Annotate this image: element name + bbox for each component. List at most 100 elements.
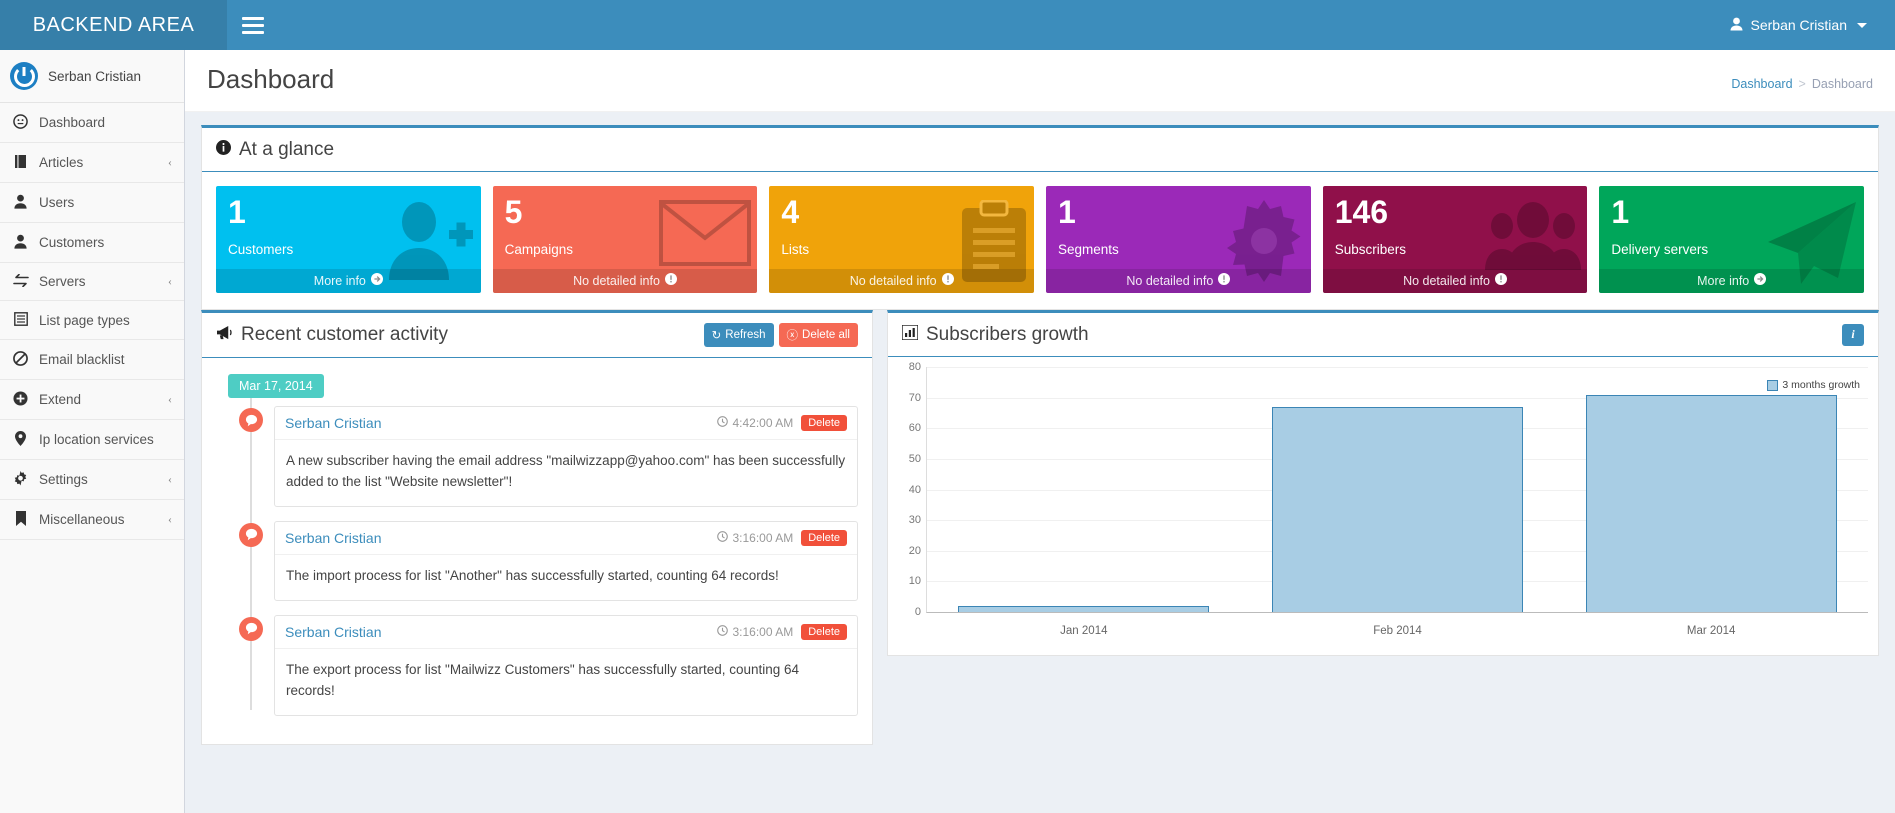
breadcrumb-root[interactable]: Dashboard [1731, 77, 1792, 91]
chart-plot-area: 3 months growth 0 10 20 30 40 50 60 70 80 Jan 201… [909, 361, 1868, 637]
growth-title: Subscribers growth [926, 323, 1089, 345]
sidebar-item-label: Users [39, 195, 75, 210]
stat-card-label: Customers [228, 241, 294, 257]
chart-x-tick-label: Mar 2014 [1686, 625, 1736, 637]
chevron-left-icon: ‹ [168, 392, 172, 406]
sidebar-item-users[interactable]: Users [0, 183, 184, 223]
activity-item: Serban Cristian 4:42:00 AM Delete A new sub… [216, 406, 858, 507]
stat-card-label: Lists [781, 241, 810, 257]
hamburger-icon[interactable] [227, 0, 279, 50]
delete-all-label: Delete all [802, 329, 850, 341]
sidebar-item-settings[interactable]: Settings ‹ [0, 460, 184, 500]
activity-item-header: Serban Cristian 3:16:00 AM Delete [275, 522, 857, 555]
activity-delete-button[interactable]: Delete [801, 415, 847, 431]
legend-label: 3 months growth [1782, 379, 1860, 391]
stat-card-footer-label: More info [1697, 273, 1750, 288]
map-marker-icon [12, 431, 29, 448]
sidebar-item-extend[interactable]: Extend ‹ [0, 380, 184, 420]
activity-panel: Recent customer activity ↻ Refresh ⓧ Del… [201, 310, 873, 745]
stat-card-footer-link[interactable]: No detailed info [492, 269, 758, 293]
chart-bar[interactable] [1272, 406, 1523, 612]
activity-item-text: The import process for list "Another" ha… [286, 567, 779, 583]
activity-delete-button[interactable]: Delete [801, 623, 847, 640]
exclamation-circle-icon [941, 273, 954, 288]
activity-item-header: Serban Cristian 3:16:00 AM Delete [275, 616, 857, 649]
sidebar-user-panel[interactable]: Serban Cristian [0, 50, 184, 103]
activity-item: Serban Cristian 3:16:00 AM Delete The expor… [216, 614, 858, 716]
stat-card-segments[interactable]: 1 Segments No detailed info [1046, 186, 1311, 293]
sidebar-item-miscellaneous[interactable]: Miscellaneous ‹ [0, 500, 184, 540]
activity-item: Serban Cristian 3:16:00 AM Delete The impor… [216, 520, 858, 601]
stat-card-number: 1 [1611, 194, 1630, 230]
stat-card-body: 1 Customers [216, 186, 481, 269]
sidebar: Serban Cristian Dashboard Articles ‹ Users C… [0, 50, 185, 813]
stat-card-footer-link[interactable]: More info [1599, 269, 1865, 293]
sidebar-item-servers[interactable]: Servers ‹ [0, 263, 184, 301]
glance-panel: At a glance 1 Customers More info 5 Campaign… [201, 125, 1879, 310]
stat-card-number: 1 [1058, 194, 1076, 230]
growth-actions: i [1842, 323, 1864, 346]
sidebar-item-label: Servers [39, 274, 86, 289]
activity-panel-body: Mar 17, 2014 Serban Cristian 4:42:00 AM De… [202, 358, 872, 744]
sidebar-item-dashboard[interactable]: Dashboard [0, 103, 184, 143]
gear-icon [12, 471, 29, 488]
stat-card-footer-link[interactable]: No detailed info [1322, 269, 1588, 293]
chart-bar[interactable] [1585, 394, 1837, 612]
chart-bar[interactable] [958, 605, 1210, 612]
sidebar-item-articles[interactable]: Articles ‹ [0, 143, 184, 183]
clock-icon [717, 531, 729, 545]
stat-card-footer-label: No detailed info [1126, 273, 1214, 288]
stat-card-footer-link[interactable]: No detailed info [769, 269, 1035, 293]
stat-card-body: 1 Delivery servers [1599, 186, 1864, 269]
activity-time-label: 3:16:00 AM [732, 624, 794, 639]
glance-panel-header: At a glance [202, 128, 1878, 172]
user-menu-dropdown[interactable]: Serban Cristian [1720, 0, 1878, 50]
stat-card-campaigns[interactable]: 5 Campaigns No detailed info [492, 186, 758, 293]
delete-all-button[interactable]: ⓧ Delete all [778, 323, 858, 347]
glance-title: At a glance [239, 138, 335, 160]
sidebar-item-ip-location-services[interactable]: Ip location services [0, 420, 184, 460]
activity-time-label: 3:16:00 AM [732, 530, 794, 545]
sidebar-item-customers[interactable]: Customers [0, 223, 184, 263]
stat-card-delivery-servers[interactable]: 1 Delivery servers More info [1599, 186, 1865, 293]
growth-title-group: Subscribers growth [901, 323, 1089, 346]
activity-author-link[interactable]: Serban Cristian [285, 530, 382, 546]
stat-card-customers[interactable]: 1 Customers More info [216, 186, 481, 293]
activity-item-box: Serban Cristian 3:16:00 AM Delete The impor… [274, 520, 858, 601]
page-title: Dashboard [207, 64, 335, 94]
activity-time-label: 4:42:00 AM [732, 416, 794, 430]
sidebar-user-name: Serban Cristian [48, 68, 142, 84]
info-circle-icon [216, 139, 231, 161]
growth-info-button[interactable]: i [1842, 323, 1864, 346]
breadcrumb-separator: > [1798, 77, 1806, 91]
stat-card-lists[interactable]: 4 Lists No detailed info [769, 186, 1035, 293]
refresh-icon: ↻ [711, 330, 722, 342]
clock-icon [717, 624, 729, 639]
stat-card-footer-link[interactable]: More info [216, 269, 481, 293]
brand-logo[interactable]: BACKEND AREA [0, 0, 227, 50]
activity-title-group: Recent customer activity [216, 324, 448, 346]
activity-author-link[interactable]: Serban Cristian [285, 415, 382, 431]
exclamation-circle-icon [1218, 273, 1231, 288]
stat-card-footer-link[interactable]: No detailed info [1046, 269, 1311, 293]
sidebar-item-email-blacklist[interactable]: Email blacklist [0, 340, 184, 380]
chart-y-tick-label: 10 [908, 575, 921, 588]
hamburger-bars [242, 13, 264, 38]
growth-panel-header: Subscribers growth i [888, 313, 1878, 357]
activity-item-box: Serban Cristian 3:16:00 AM Delete The expor… [274, 614, 858, 716]
activity-author-link[interactable]: Serban Cristian [285, 624, 382, 640]
stat-card-number: 4 [781, 194, 800, 230]
stat-card-subscribers[interactable]: 146 Subscribers No detailed info [1322, 186, 1588, 293]
chevron-down-icon [1857, 22, 1867, 28]
sidebar-item-list-page-types[interactable]: List page types [0, 301, 184, 340]
list-alt-icon [12, 312, 29, 328]
chart-y-tick-label: 0 [914, 606, 921, 618]
activity-delete-button[interactable]: Delete [801, 529, 847, 546]
comment-icon [239, 408, 263, 432]
user-menu-label: Serban Cristian [1750, 17, 1848, 33]
chart-y-tick-label: 30 [908, 514, 921, 527]
refresh-button[interactable]: ↻ Refresh [703, 323, 774, 347]
stat-card-body: 4 Lists [769, 186, 1034, 269]
activity-timeline: Mar 17, 2014 Serban Cristian 4:42:00 AM De… [216, 370, 858, 716]
activity-timestamp: 3:16:00 AM [717, 625, 793, 639]
